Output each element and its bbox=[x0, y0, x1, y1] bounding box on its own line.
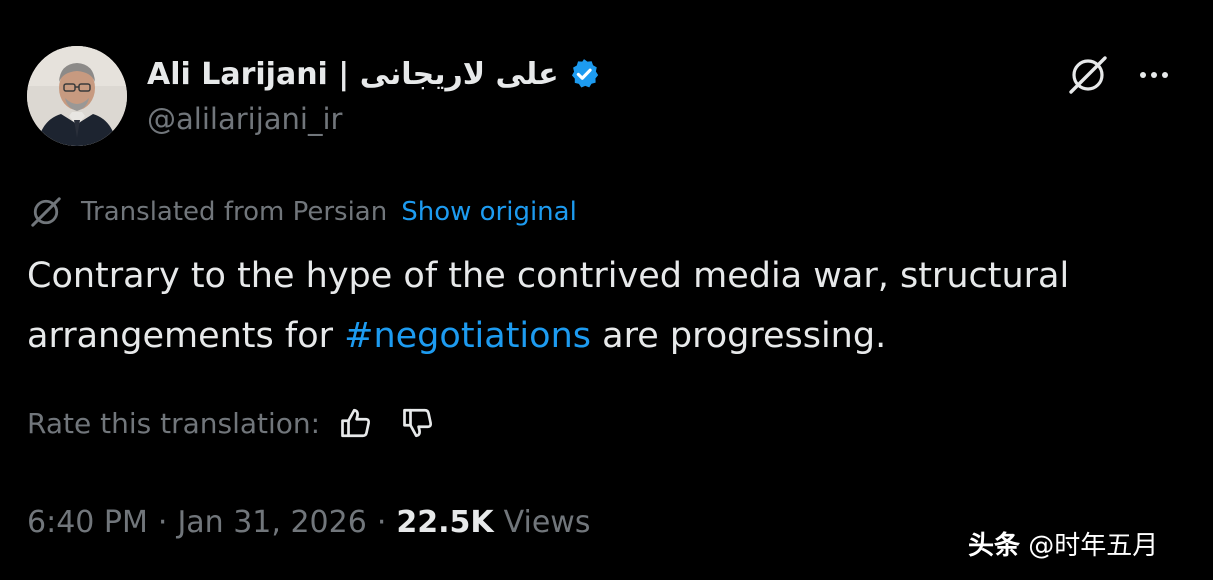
views-count[interactable]: 22.5K bbox=[396, 505, 493, 540]
more-icon-dot bbox=[1162, 72, 1168, 78]
tweet-meta-row: 6:40 PM · Jan 31, 2026 · 22.5K Views bbox=[27, 500, 590, 544]
tweet-text: Contrary to the hype of the contrived me… bbox=[27, 246, 1192, 366]
views-label[interactable]: Views bbox=[504, 505, 591, 540]
watermark-account: @时年五月 bbox=[1028, 531, 1159, 561]
avatar-image bbox=[27, 46, 127, 146]
grok-icon bbox=[27, 192, 69, 232]
author-handle[interactable]: @alilarijani_ir bbox=[147, 102, 342, 136]
more-icon-dot bbox=[1140, 72, 1146, 78]
grok-icon bbox=[1069, 56, 1107, 94]
avatar[interactable] bbox=[27, 46, 127, 146]
thumbs-down-icon[interactable] bbox=[398, 403, 438, 443]
show-original-link[interactable]: Show original bbox=[401, 197, 577, 227]
tweet-time[interactable]: 6:40 PM bbox=[27, 505, 148, 540]
meta-separator: · bbox=[157, 504, 168, 540]
tweet-text-part: are progressing. bbox=[591, 316, 887, 356]
rate-translation-label: Rate this translation: bbox=[27, 406, 321, 440]
author-name-row[interactable]: Ali Larijani | علی لاریجانی bbox=[147, 52, 601, 96]
meta-separator: · bbox=[376, 504, 387, 540]
more-options-button[interactable] bbox=[1129, 50, 1179, 100]
rate-translation-row: Rate this translation: bbox=[27, 401, 438, 445]
watermark-brand: 头条 bbox=[968, 531, 1021, 561]
watermark: 头条 @时年五月 bbox=[968, 525, 1158, 562]
grok-button[interactable] bbox=[1063, 50, 1113, 100]
translation-bar: Translated from Persian Show original bbox=[27, 192, 577, 232]
translated-from-label: Translated from Persian bbox=[81, 197, 388, 227]
tweet-date[interactable]: Jan 31, 2026 bbox=[177, 505, 366, 540]
verified-badge-icon bbox=[567, 57, 601, 91]
thumbs-up-icon[interactable] bbox=[336, 403, 376, 443]
author-display-name[interactable]: Ali Larijani | علی لاریجانی bbox=[147, 57, 559, 92]
tweet-header: Ali Larijani | علی لاریجانی @alilarijani… bbox=[27, 46, 1187, 150]
more-icon-dot bbox=[1151, 72, 1157, 78]
hashtag-link[interactable]: #negotiations bbox=[344, 316, 591, 356]
